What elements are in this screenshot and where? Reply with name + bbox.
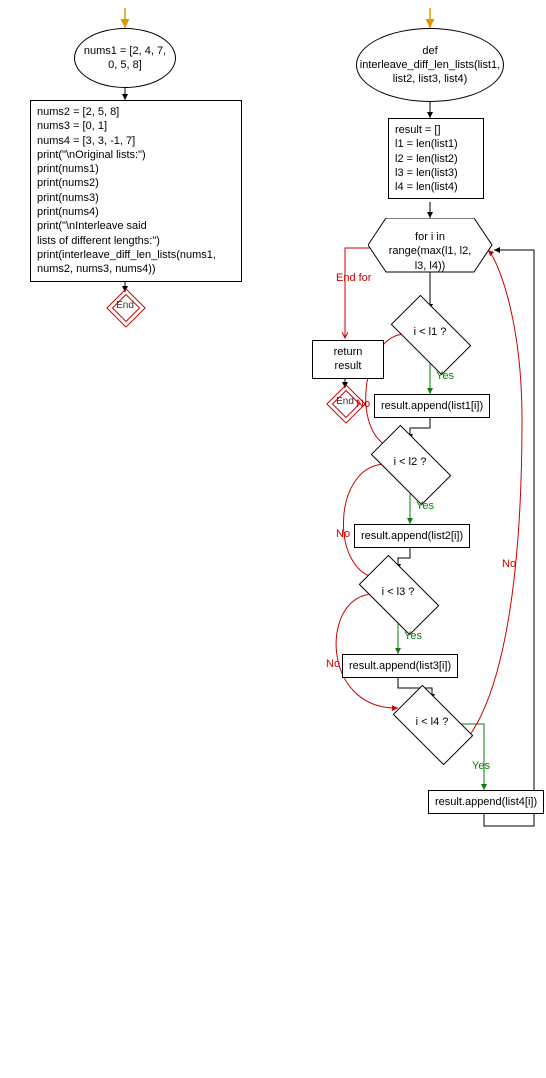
loop-hex: for i in range(max(l1, l2, l3, l4)) (368, 218, 492, 272)
return-box: return result (312, 340, 384, 379)
append4-box: result.append(list4[i]) (428, 790, 544, 814)
func-init-box: result = [] l1 = len(list1) l2 = len(lis… (388, 118, 484, 199)
func-def-text: def interleave_diff_len_lists(list1, lis… (360, 44, 500, 87)
no2: No (336, 528, 350, 540)
cond3: i < l3 ? (348, 564, 448, 624)
append2-box: result.append(list2[i]) (354, 524, 470, 548)
no4: No (502, 558, 516, 570)
end-for-label: End for (336, 272, 371, 284)
cond4: i < l4 ? (382, 694, 482, 754)
yes2: Yes (416, 500, 434, 512)
main-end: End (112, 294, 138, 320)
append3-box: result.append(list3[i]) (342, 654, 458, 678)
cond1: i < l1 ? (380, 304, 480, 364)
main-start-text: nums1 = [2, 4, 7, 0, 5, 8] (83, 44, 167, 73)
yes4: Yes (472, 760, 490, 772)
append1-box: result.append(list1[i]) (374, 394, 490, 418)
no1: No (356, 398, 370, 410)
main-start-ellipse: nums1 = [2, 4, 7, 0, 5, 8] (74, 28, 176, 88)
func-def-ellipse: def interleave_diff_len_lists(list1, lis… (356, 28, 504, 102)
main-body-box: nums2 = [2, 5, 8] nums3 = [0, 1] nums4 =… (30, 100, 242, 282)
yes1: Yes (436, 370, 454, 382)
yes3: Yes (404, 630, 422, 642)
cond2: i < l2 ? (360, 434, 460, 494)
func-end: End (332, 390, 358, 416)
no3: No (326, 658, 340, 670)
